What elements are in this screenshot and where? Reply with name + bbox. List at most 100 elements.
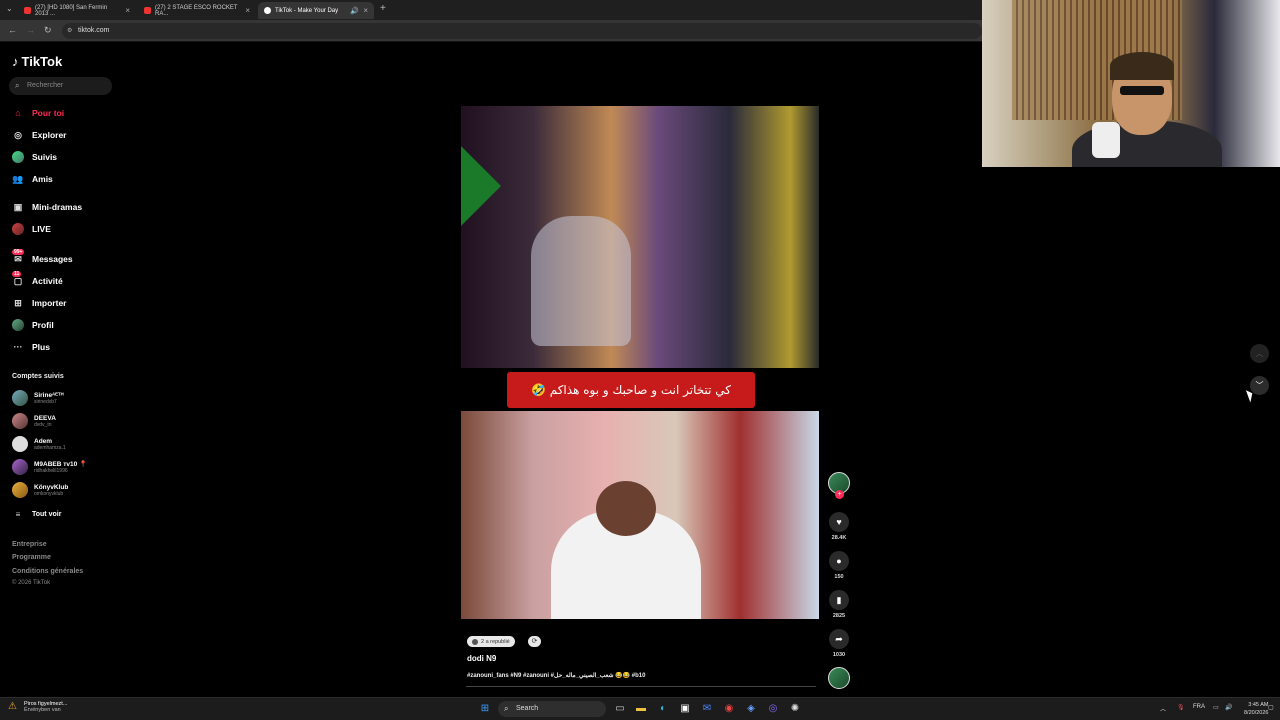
scroll-down-button[interactable]: ﹀ — [1250, 376, 1269, 395]
follow-plus-icon[interactable]: + — [835, 490, 844, 499]
nav-label: Activité — [32, 276, 63, 286]
compass-icon: ◎ — [14, 129, 22, 140]
nav-pour-toi[interactable]: ⌂ Pour toi — [12, 106, 64, 120]
forward-icon[interactable]: → — [26, 25, 35, 35]
mic-icon[interactable]: 🎙 — [1177, 704, 1185, 711]
tab-tiktok[interactable]: TikTok - Make Your Day 🔊 × — [258, 2, 374, 19]
video-player[interactable]: 🤣 كي تتخاتر انت و صاحبك و بوه هذاكم — [461, 106, 819, 620]
nav-label: LIVE — [32, 224, 51, 234]
microphone — [1092, 122, 1120, 158]
followed-account[interactable]: Adem ademhamza.1 — [12, 436, 66, 452]
steam-icon[interactable]: ◈ — [744, 702, 758, 716]
nav-importer[interactable]: ⊞ Importer — [12, 296, 66, 310]
nav-messages[interactable]: ✉ 99+ Messages — [12, 249, 73, 266]
notifications-icon[interactable]: ▢ — [1268, 704, 1274, 711]
search-icon: ⌕ — [504, 704, 509, 713]
account-name: Sirineᴬᴱᵀᴴ — [34, 391, 64, 399]
comment-button[interactable]: ● 150 — [828, 551, 850, 580]
tray-chevron-icon[interactable]: ︿ — [1160, 704, 1166, 713]
windows-start-icon[interactable]: ⊞ — [478, 702, 492, 716]
followed-accounts-title: Comptes suivis — [12, 373, 64, 380]
repost-chip[interactable]: 2 a republié — [467, 636, 515, 647]
weather-alert[interactable]: ⚠ Piros figyelmezt... Érvényben van — [8, 701, 67, 713]
sound-avatar-button[interactable] — [828, 667, 850, 689]
bookmark-icon: ▮ — [829, 590, 849, 610]
taskbar-search[interactable]: ⌕ Search — [498, 701, 606, 717]
nav-live[interactable]: LIVE — [12, 222, 51, 236]
nav-amis[interactable]: 👥 Amis — [12, 172, 52, 186]
youtube-icon — [144, 7, 151, 14]
speaker-icon[interactable]: 🔊 — [350, 7, 359, 15]
save-button[interactable]: ▮ 2825 — [828, 590, 850, 619]
task-view-icon[interactable]: ▭ — [613, 702, 627, 716]
see-all-label: Tout voir — [32, 510, 62, 518]
tab-list-icon[interactable]: ⌄ — [6, 4, 13, 13]
video-hashtags[interactable]: #zanouni_fans #N9 #zanouni #شعب_الصيني_م… — [467, 672, 645, 679]
followed-account[interactable]: Sirineᴬᴱᵀᴴ sirinedxb7 — [12, 390, 64, 406]
footer-link-conditions[interactable]: Conditions générales — [12, 568, 83, 575]
file-explorer-icon[interactable]: ▬ — [634, 702, 648, 716]
video-frame-bottom — [461, 411, 819, 619]
video-subject-head — [596, 481, 656, 536]
app-icon[interactable]: ✺ — [788, 702, 802, 716]
like-button[interactable]: ♥ 28.4K — [828, 512, 850, 541]
close-tab-icon[interactable]: × — [245, 6, 250, 15]
nav-mini-dramas[interactable]: ▣ Mini-dramas — [12, 200, 82, 214]
repost-avatar-icon — [472, 638, 478, 645]
nav-explorer[interactable]: ◎ Explorer — [12, 128, 66, 142]
footer-link-programme[interactable]: Programme — [12, 554, 51, 561]
chrome-icon[interactable]: ◉ — [722, 702, 736, 716]
tiktok-logo[interactable]: ♪ TikTok — [12, 54, 62, 69]
back-icon[interactable]: ← — [8, 25, 17, 35]
nav-activite[interactable]: ▢ 11 Activité — [12, 271, 63, 288]
tab-label: (27) [HD 1080] San Fermin 2013 ... — [35, 4, 108, 17]
activity-badge: 11 — [12, 271, 22, 277]
store-icon[interactable]: ▣ — [678, 702, 692, 716]
author-avatar-button[interactable]: + — [828, 472, 850, 499]
nav-label: Mini-dramas — [32, 202, 83, 212]
close-tab-icon[interactable]: × — [125, 6, 130, 15]
account-name: DEEVA — [34, 414, 56, 422]
like-count: 28.4K — [831, 535, 847, 541]
search-label: Search — [516, 705, 539, 712]
share-button[interactable]: ➦ 1030 — [828, 629, 850, 658]
site-info-icon[interactable]: ⚙ — [67, 23, 72, 39]
nav-profil[interactable]: Profil — [12, 318, 54, 332]
video-progress-bar[interactable] — [466, 686, 816, 687]
followed-account[interactable]: M9ABEB ᴛᴠ10 📍 ridhakhelil1996 — [12, 459, 87, 475]
warning-icon: ⚠ — [8, 701, 17, 712]
tab-rocket[interactable]: (27) 2 STAGE ESCO ROCKET RA... × — [138, 2, 256, 19]
url-field[interactable]: ⚙ tiktok.com — [62, 23, 982, 39]
search-placeholder: Rechercher — [27, 82, 64, 89]
volume-icon[interactable]: 🔊 — [1225, 704, 1232, 711]
nav-plus[interactable]: ··· Plus — [12, 340, 50, 354]
sidebar: ♪ TikTok ⌕ Rechercher ⌂ Pour toi ◎ Explo… — [0, 44, 130, 694]
taskbar-clock[interactable]: 3:45 AM 8/20/2026 — [1244, 701, 1268, 717]
see-all-button[interactable]: ≡ Tout voir — [12, 507, 62, 521]
tab-san-fermin[interactable]: (27) [HD 1080] San Fermin 2013 ... × — [18, 2, 136, 19]
sunglasses — [1120, 86, 1164, 95]
mail-icon[interactable]: ✉ — [700, 702, 714, 716]
following-avatar-icon — [12, 151, 24, 163]
comment-count: 150 — [834, 574, 844, 580]
network-icon[interactable]: ▭ — [1213, 704, 1219, 711]
close-tab-icon[interactable]: × — [363, 6, 368, 15]
language-indicator[interactable]: FRA — [1193, 704, 1205, 710]
more-icon: ··· — [13, 342, 23, 352]
account-handle: omkonyvklub — [34, 490, 64, 497]
search-input[interactable]: ⌕ Rechercher — [9, 77, 112, 95]
edge-icon[interactable]: ◐ — [656, 702, 670, 716]
discord-icon[interactable]: ◎ — [766, 702, 780, 716]
repost-icon[interactable]: ⟳ — [528, 636, 541, 647]
footer-link-entreprise[interactable]: Entreprise — [12, 541, 47, 548]
scroll-up-button[interactable]: ︿ — [1250, 344, 1269, 363]
reload-icon[interactable]: ↻ — [44, 25, 52, 36]
followed-account[interactable]: KönyvKlub omkonyvklub — [12, 482, 68, 498]
account-handle: dvdv_tn — [34, 421, 52, 428]
nav-suivis[interactable]: Suivis — [12, 150, 57, 164]
nav-label: Profil — [32, 320, 54, 330]
video-author[interactable]: dodi N9 — [467, 654, 496, 663]
account-handle: ademhamza.1 — [34, 444, 66, 451]
new-tab-button[interactable]: + — [380, 3, 386, 14]
followed-account[interactable]: DEEVA dvdv_tn — [12, 413, 56, 429]
